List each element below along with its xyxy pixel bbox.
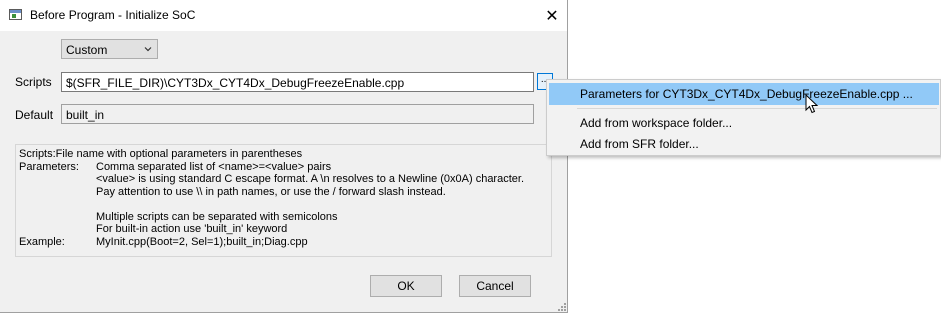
scripts-input-value: $(SFR_FILE_DIR)\CYT3Dx_CYT4Dx_DebugFreez… — [66, 76, 405, 90]
scripts-label: Scripts — [15, 75, 52, 89]
dialog-window: Before Program - Initialize SoC ✕ Custom… — [0, 0, 568, 313]
help-param-line: Pay attention to use \\ in path names, o… — [96, 185, 446, 198]
preset-select[interactable]: Custom — [61, 39, 158, 59]
preset-select-value: Custom — [66, 43, 108, 57]
menu-item-label: Parameters for CYT3Dx_CYT4Dx_DebugFreeze… — [580, 87, 913, 101]
default-field: built_in — [61, 104, 534, 124]
menu-item-add-sfr[interactable]: Add from SFR folder... — [549, 133, 939, 155]
default-label: Default — [15, 108, 54, 122]
menu-separator — [577, 108, 937, 109]
help-example-key: Example: — [19, 235, 65, 248]
close-button[interactable]: ✕ — [536, 4, 568, 28]
help-parameters-key: Parameters: — [19, 160, 79, 173]
scripts-input[interactable]: $(SFR_FILE_DIR)\CYT3Dx_CYT4Dx_DebugFreez… — [61, 72, 534, 92]
title-bar: Before Program - Initialize SoC ✕ — [0, 0, 567, 31]
app-icon — [9, 9, 22, 20]
menu-item-parameters[interactable]: Parameters for CYT3Dx_CYT4Dx_DebugFreeze… — [549, 83, 939, 105]
menu-item-add-workspace[interactable]: Add from workspace folder... — [549, 112, 939, 134]
mouse-pointer-icon — [805, 94, 819, 114]
chevron-down-icon — [144, 47, 152, 52]
help-line-scripts: Scripts:File name with optional paramete… — [19, 148, 303, 160]
context-menu: Parameters for CYT3Dx_CYT4Dx_DebugFreeze… — [546, 79, 941, 156]
help-param-line: For built-in action use 'built_in' keywo… — [96, 223, 288, 235]
close-icon: ✕ — [545, 8, 559, 25]
help-param-line: Comma separated list of <name>=<value> p… — [96, 160, 332, 173]
help-param-line: Multiple scripts can be separated with s… — [96, 210, 338, 223]
help-example-value: MyInit.cpp(Boot=2, Sel=1);built_in;Diag.… — [96, 235, 308, 248]
default-field-value: built_in — [66, 108, 105, 122]
help-param-line: <value> is using standard C escape forma… — [96, 173, 525, 185]
menu-item-label: Add from workspace folder... — [580, 116, 733, 130]
window-title: Before Program - Initialize SoC — [30, 8, 196, 22]
ok-button[interactable]: OK — [370, 275, 442, 297]
help-text-box: Scripts:File name with optional paramete… — [15, 144, 552, 257]
menu-item-label: Add from SFR folder... — [580, 137, 699, 151]
cancel-button[interactable]: Cancel — [459, 275, 531, 297]
resize-grip-icon[interactable] — [556, 301, 567, 312]
